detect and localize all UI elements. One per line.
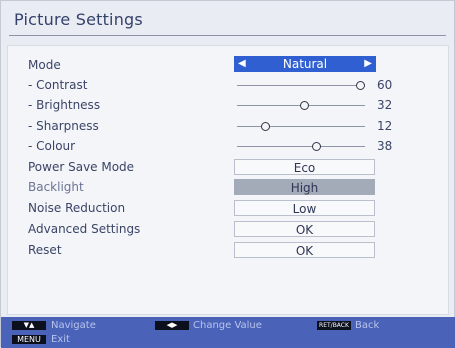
contrast-slider-knob[interactable] [356,80,365,90]
ret-back-key: RET/BACK [317,321,351,330]
backlight-label: Backlight [28,180,84,194]
advanced-settings-button[interactable]: OK [234,221,375,237]
colour-slider-knob[interactable] [312,141,322,151]
triangle-right-icon[interactable]: ▶ [364,56,372,72]
colour-value: 38 [377,139,393,153]
noise-reduction-label: Noise Reduction [28,201,126,215]
title-divider [9,35,446,36]
back-hint: Back [355,320,380,331]
change-value-hint: Change Value [193,320,262,331]
reset-label: Reset [28,243,62,257]
colour-label: - Colour [28,139,76,153]
sharpness-slider[interactable] [237,121,365,131]
exit-hint: Exit [51,334,70,345]
reset-button[interactable]: OK [234,242,375,258]
up-down-arrows-icon: ▼▲ [12,321,46,330]
colour-slider[interactable] [237,141,365,151]
contrast-slider[interactable] [237,80,365,90]
power-save-button[interactable]: Eco [234,159,375,175]
backlight-button[interactable]: High [234,179,375,195]
noise-reduction-button[interactable]: Low [234,200,375,216]
left-right-arrows-icon: ◀▶ [155,321,189,330]
brightness-slider-knob[interactable] [300,100,310,110]
picture-settings-window: Picture Settings Mode ◀ Natural ▶ - Cont… [0,0,455,348]
contrast-value: 60 [377,78,393,92]
brightness-label: - Brightness [28,98,101,112]
advanced-settings-label: Advanced Settings [28,222,141,236]
navigate-hint: Navigate [51,320,96,331]
menu-key: MENU [12,335,46,344]
mode-value: Natural [282,57,328,71]
footer-bar: ▼▲ Navigate MENU Exit ◀▶ Change Value RE… [1,317,455,348]
sharpness-slider-knob[interactable] [260,121,270,131]
power-save-label: Power Save Mode [28,160,135,174]
mode-selector[interactable]: ◀ Natural ▶ [234,56,376,72]
sharpness-label: - Sharpness [28,119,99,133]
sharpness-value: 12 [377,119,393,133]
mode-label: Mode [28,58,61,72]
brightness-slider[interactable] [237,100,365,110]
brightness-value: 32 [377,98,393,112]
page-title: Picture Settings [14,10,143,29]
contrast-label: - Contrast [28,78,88,92]
